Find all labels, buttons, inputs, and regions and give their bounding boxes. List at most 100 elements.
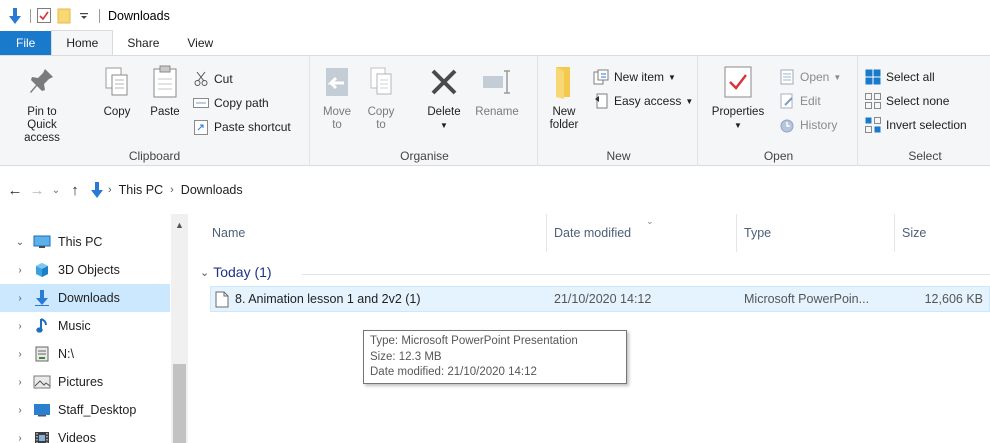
- desktop-icon: [32, 401, 52, 419]
- properties-button[interactable]: Properties ▼: [706, 62, 770, 132]
- column-divider[interactable]: [546, 214, 547, 252]
- new-folder-label-2: folder: [549, 119, 579, 131]
- recent-locations-chevron-icon[interactable]: ⌄: [48, 179, 64, 201]
- invert-selection-label: Invert selection: [886, 118, 967, 132]
- folder-icon: [546, 62, 582, 102]
- history-icon: [778, 116, 796, 134]
- tab-view[interactable]: View: [173, 31, 227, 55]
- back-arrow-icon[interactable]: ←: [4, 179, 26, 201]
- nav-scrollbar[interactable]: ▲: [171, 214, 188, 443]
- column-divider[interactable]: [894, 214, 895, 252]
- nav-label: Downloads: [58, 291, 120, 305]
- separator: [99, 8, 100, 23]
- column-header-type[interactable]: Type: [744, 214, 771, 252]
- tab-file[interactable]: File: [0, 31, 52, 55]
- nav-item-downloads[interactable]: › Downloads: [0, 284, 170, 312]
- chevron-right-icon[interactable]: ›: [12, 265, 28, 276]
- nav-item-this-pc[interactable]: ⌄ This PC: [0, 228, 170, 256]
- invert-selection-button[interactable]: Invert selection: [864, 114, 967, 136]
- group-divider: [302, 274, 990, 275]
- pin-label-line2: access: [24, 132, 60, 144]
- scrollbar-thumb[interactable]: [173, 364, 186, 443]
- nav-item-network-drive[interactable]: › N:\: [0, 340, 170, 368]
- file-info-tooltip: Type: Microsoft PowerPoint Presentation …: [363, 330, 627, 384]
- tooltip-date: Date modified: 21/10/2020 14:12: [370, 366, 537, 378]
- nav-item-staff-desktop[interactable]: › Staff_Desktop: [0, 396, 170, 424]
- pin-icon: [24, 62, 60, 102]
- copy-path-button[interactable]: Copy path: [192, 92, 269, 114]
- tab-home[interactable]: Home: [51, 30, 114, 55]
- breadcrumb-separator-icon[interactable]: ›: [108, 184, 112, 196]
- tab-share[interactable]: Share: [113, 31, 173, 55]
- paste-shortcut-button[interactable]: Paste shortcut: [192, 116, 291, 138]
- easy-access-label: Easy access: [614, 94, 682, 108]
- select-none-button[interactable]: Select none: [864, 90, 949, 112]
- paste-shortcut-icon: [192, 118, 210, 136]
- rename-button[interactable]: Rename: [472, 62, 522, 119]
- delete-button[interactable]: Delete ▼: [424, 62, 464, 132]
- easy-access-button[interactable]: Easy access ▼: [592, 90, 693, 112]
- chevron-down-icon[interactable]: ⌄: [12, 237, 28, 248]
- column-header-date-modified[interactable]: Date modified: [554, 214, 631, 252]
- properties-label: Properties: [711, 106, 765, 118]
- group-header-today[interactable]: ⌄ Today (1): [200, 264, 272, 280]
- nav-item-music[interactable]: › Music: [0, 312, 170, 340]
- paste-icon: [147, 62, 183, 102]
- delete-label: Delete: [427, 106, 461, 118]
- pin-label-line1: Pin to Quick: [27, 106, 57, 131]
- customize-toolbar-icon[interactable]: [75, 7, 93, 25]
- select-group-label: Select: [908, 149, 942, 163]
- move-to-button[interactable]: Move to: [320, 62, 354, 132]
- scissors-icon: [192, 70, 210, 88]
- delete-dropdown-icon[interactable]: ▼: [440, 119, 448, 132]
- copy-button[interactable]: Copy: [98, 62, 136, 119]
- chevron-right-icon[interactable]: ›: [12, 433, 28, 443]
- history-button[interactable]: History: [778, 114, 837, 136]
- breadcrumb-downloads[interactable]: Downloads: [181, 183, 243, 197]
- chevron-right-icon[interactable]: ›: [12, 377, 28, 388]
- pin-quick-access-button[interactable]: Pin to Quick access: [14, 62, 70, 145]
- easy-access-dropdown-icon[interactable]: ▼: [685, 97, 693, 106]
- copy-to-button[interactable]: Copy to: [364, 62, 398, 132]
- forward-arrow-icon[interactable]: →: [26, 179, 48, 201]
- column-header-name[interactable]: Name: [212, 214, 245, 252]
- file-row[interactable]: 8. Animation lesson 1 and 2v2 (1) 21/10/…: [210, 286, 990, 312]
- open-button[interactable]: Open ▼: [778, 66, 841, 88]
- chevron-right-icon[interactable]: ›: [12, 405, 28, 416]
- select-group: Select all Select none Invert selection …: [860, 56, 990, 166]
- nav-item-pictures[interactable]: › Pictures: [0, 368, 170, 396]
- column-header-size[interactable]: Size: [902, 214, 926, 252]
- properties-dropdown-icon[interactable]: ▼: [734, 119, 742, 132]
- nav-item-videos[interactable]: › Videos: [0, 424, 170, 443]
- new-folder-button[interactable]: New folder: [546, 62, 582, 132]
- paste-button[interactable]: Paste: [144, 62, 186, 119]
- clipboard-group-label: Clipboard: [128, 149, 181, 163]
- file-size: 12,606 KB: [924, 292, 983, 306]
- new-folder-icon[interactable]: [55, 7, 73, 25]
- chevron-down-icon[interactable]: ⌄: [200, 266, 209, 279]
- cut-button[interactable]: Cut: [192, 68, 233, 90]
- organise-group: Move to Copy to Delete ▼ Rename Organise: [312, 56, 538, 166]
- open-dropdown-icon[interactable]: ▼: [833, 73, 841, 82]
- chevron-right-icon[interactable]: ›: [12, 293, 28, 304]
- new-item-button[interactable]: New item ▼: [592, 66, 676, 88]
- navigation-pane: ⌄ This PC › 3D Objects › Downloads › Mus…: [0, 214, 190, 443]
- nav-label: Staff_Desktop: [58, 403, 137, 417]
- chevron-right-icon[interactable]: ›: [12, 349, 28, 360]
- ribbon: Pin to Quick access Copy Paste Cut Copy …: [0, 55, 990, 166]
- new-item-dropdown-icon[interactable]: ▼: [668, 73, 676, 82]
- chevron-right-icon[interactable]: ›: [12, 321, 28, 332]
- down-arrow-icon[interactable]: [6, 7, 24, 25]
- breadcrumb-separator-icon[interactable]: ›: [170, 184, 174, 196]
- column-divider[interactable]: [736, 214, 737, 252]
- nav-item-3d-objects[interactable]: › 3D Objects: [0, 256, 170, 284]
- edit-button[interactable]: Edit: [778, 90, 821, 112]
- edit-icon: [778, 92, 796, 110]
- scroll-up-arrow-icon[interactable]: ▲: [171, 220, 188, 230]
- properties-check-icon[interactable]: [35, 7, 53, 25]
- nav-label: Music: [58, 319, 91, 333]
- select-all-button[interactable]: Select all: [864, 66, 935, 88]
- network-drive-icon: [32, 345, 52, 363]
- up-arrow-icon[interactable]: ↑: [64, 179, 86, 201]
- breadcrumb-this-pc[interactable]: This PC: [119, 183, 163, 197]
